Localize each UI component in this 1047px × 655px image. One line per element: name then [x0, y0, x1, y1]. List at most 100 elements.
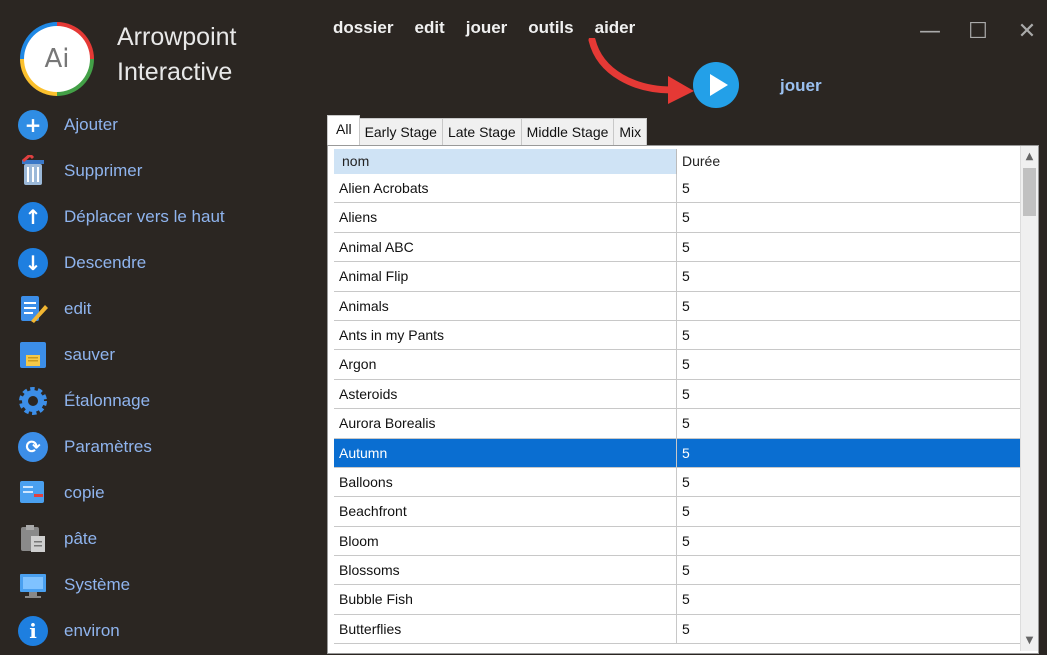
tab-bar: All Early Stage Late Stage Middle Stage …	[327, 115, 648, 146]
arrow-down-icon: ↓	[14, 245, 52, 281]
info-icon: i	[14, 613, 52, 649]
menu-outils[interactable]: outils	[528, 18, 573, 38]
play-button[interactable]	[693, 62, 739, 108]
trash-icon	[14, 153, 52, 189]
table-row[interactable]: Animal ABC 5	[334, 232, 1020, 263]
sidebar-item-label: Étalonnage	[64, 391, 151, 410]
sidebar-item-label: Système	[64, 575, 131, 594]
table-row[interactable]: Autumn 5	[334, 438, 1020, 468]
add-icon: +	[14, 107, 52, 143]
close-button[interactable]: ✕	[1012, 16, 1042, 46]
cell-nom: Ants in my Pants	[334, 320, 677, 350]
menu-bar: dossier edit jouer outils aider	[333, 18, 656, 38]
tab-all[interactable]: All	[327, 115, 360, 146]
table-row[interactable]: Ants in my Pants 5	[334, 320, 1020, 351]
annotation-arrow-icon	[588, 38, 694, 104]
sidebar-item-pate[interactable]: pâte	[14, 521, 314, 557]
cell-nom: Animal ABC	[334, 232, 677, 262]
table-row[interactable]: Blossoms 5	[334, 556, 1020, 586]
table-row[interactable]: Animals 5	[334, 291, 1020, 321]
data-table: nom Durée Alien Acrobats 5 Aliens 5 Animal A…	[327, 145, 1039, 654]
sidebar-item-systeme[interactable]: Système	[14, 567, 314, 603]
cell-nom: Argon	[334, 350, 677, 379]
table-row[interactable]: Aurora Borealis 5	[334, 409, 1020, 439]
scroll-thumb[interactable]	[1023, 168, 1036, 216]
cell-duree: 5	[682, 385, 690, 402]
cell-duree: 5	[682, 532, 690, 549]
brand-line2: Interactive	[117, 58, 233, 86]
cell-nom: Asteroids	[334, 379, 677, 409]
cell-nom: Butterflies	[334, 614, 677, 644]
sidebar-item-label: Ajouter	[64, 115, 118, 134]
sidebar-item-edit[interactable]: edit	[14, 291, 314, 327]
cell-nom: Aliens	[334, 203, 677, 232]
sidebar-item-label: Supprimer	[64, 161, 143, 180]
table-row[interactable]: Bubble Fish 5	[334, 585, 1020, 615]
table-row[interactable]: Argon 5	[334, 350, 1020, 380]
cell-duree: 5	[682, 356, 690, 373]
vertical-scrollbar[interactable]: ▲ ▼	[1020, 146, 1038, 651]
copy-icon	[14, 475, 52, 511]
menu-jouer[interactable]: jouer	[466, 18, 508, 38]
sidebar-item-descendre[interactable]: ↓ Descendre	[14, 245, 314, 281]
menu-aider[interactable]: aider	[595, 18, 636, 38]
cell-duree: 5	[682, 180, 690, 196]
sidebar-item-ajouter[interactable]: + Ajouter	[14, 107, 314, 143]
cell-duree: 5	[682, 297, 690, 314]
menu-edit[interactable]: edit	[414, 18, 444, 38]
cell-nom: Animals	[334, 291, 677, 320]
cell-duree: 5	[682, 473, 690, 490]
column-header-duree[interactable]: Durée	[677, 149, 1020, 174]
brand-line1: Arrowpoint	[117, 23, 237, 51]
sidebar-item-environ[interactable]: i environ	[14, 613, 314, 649]
sidebar-item-parametres[interactable]: ⟳ Paramètres	[14, 429, 314, 465]
table-grid: nom Durée Alien Acrobats 5 Aliens 5 Animal A…	[334, 149, 1020, 645]
sidebar-item-supprimer[interactable]: Supprimer	[14, 153, 314, 189]
scroll-up-icon[interactable]: ▲	[1021, 148, 1038, 165]
logo-text: Ai	[24, 26, 90, 92]
cell-nom: Animal Flip	[334, 262, 677, 291]
maximize-button[interactable]: ☐	[963, 16, 993, 46]
sidebar-item-etalonnage[interactable]: Étalonnage	[14, 383, 314, 419]
sidebar-item-label: Déplacer vers le haut	[64, 207, 225, 226]
table-row[interactable]: Butterflies 5	[334, 614, 1020, 645]
table-row[interactable]: Aliens 5	[334, 203, 1020, 233]
cell-duree: 5	[682, 238, 690, 255]
sidebar-item-label: environ	[64, 621, 120, 640]
sidebar-item-deplacer-haut[interactable]: ↑ Déplacer vers le haut	[14, 199, 314, 235]
sidebar-item-sauver[interactable]: sauver	[14, 337, 314, 373]
table-row[interactable]: Animal Flip 5	[334, 262, 1020, 292]
cell-nom: Bloom	[334, 526, 677, 556]
table-row[interactable]: Bloom 5	[334, 526, 1020, 557]
menu-dossier[interactable]: dossier	[333, 18, 393, 38]
system-icon	[14, 567, 52, 603]
column-header-nom[interactable]: nom	[334, 149, 677, 174]
sidebar-item-label: Descendre	[64, 253, 147, 272]
table-row[interactable]: Asteroids 5	[334, 379, 1020, 410]
save-icon	[14, 337, 52, 373]
cell-nom: Blossoms	[334, 556, 677, 585]
scroll-down-icon[interactable]: ▼	[1021, 632, 1038, 649]
cell-duree: 5	[682, 268, 690, 285]
minimize-button[interactable]: —	[915, 16, 945, 46]
table-header: nom Durée	[334, 149, 1020, 174]
tab-middle-stage[interactable]: Middle Stage	[520, 118, 615, 146]
tab-late-stage[interactable]: Late Stage	[441, 118, 522, 146]
refresh-icon: ⟳	[14, 429, 52, 465]
cell-duree: 5	[682, 415, 690, 432]
cell-nom: Alien Acrobats	[334, 174, 677, 203]
tab-early-stage[interactable]: Early Stage	[358, 118, 443, 146]
cell-duree: 5	[682, 591, 690, 608]
cell-duree: 5	[682, 209, 690, 226]
table-row[interactable]: Alien Acrobats 5	[334, 174, 1020, 204]
table-row[interactable]: Balloons 5	[334, 467, 1020, 498]
cell-duree: 5	[682, 503, 690, 520]
cell-nom: Bubble Fish	[334, 585, 677, 614]
table-row[interactable]: Beachfront 5	[334, 497, 1020, 527]
cell-duree: 5	[682, 326, 690, 343]
table-body: Alien Acrobats 5 Aliens 5 Animal ABC 5 Animal …	[334, 174, 1020, 645]
tab-mix[interactable]: Mix	[613, 118, 648, 146]
sidebar-item-copie[interactable]: copie	[14, 475, 314, 511]
sidebar-item-label: copie	[64, 483, 105, 502]
arrow-up-icon: ↑	[14, 199, 52, 235]
